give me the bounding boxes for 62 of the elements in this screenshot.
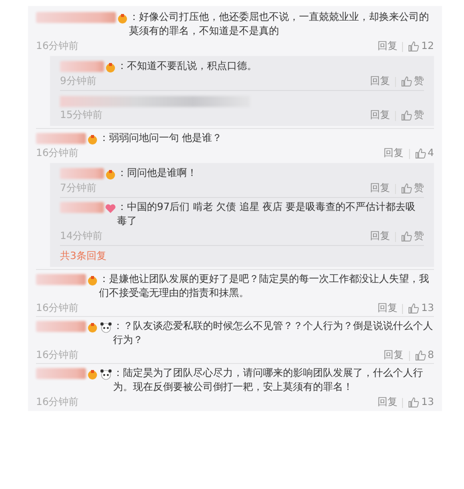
comment-time: 9分钟前 bbox=[60, 75, 96, 88]
thumbs-up-icon bbox=[414, 350, 426, 361]
medal-icon bbox=[87, 368, 98, 380]
comment-text: ：中国的97后们 啃老 欠债 追星 夜店 要是吸毒查的不严估计都去吸毒了 bbox=[117, 201, 417, 229]
comment-time: 7分钟前 bbox=[60, 182, 96, 195]
like-button[interactable]: 赞 bbox=[401, 230, 424, 243]
comment-time: 16分钟前 bbox=[36, 396, 79, 409]
thumbs-up-icon bbox=[401, 110, 412, 121]
reply-link[interactable]: 回复 bbox=[370, 109, 390, 122]
blurred-username bbox=[60, 61, 104, 72]
comment-time: 16分钟前 bbox=[36, 302, 79, 315]
blurred-username bbox=[36, 321, 86, 332]
thumbs-up-icon bbox=[408, 397, 420, 408]
reply-link[interactable]: 回复 bbox=[370, 182, 390, 195]
comment-time: 16分钟前 bbox=[36, 147, 79, 160]
panda-icon bbox=[100, 368, 112, 380]
reply-link[interactable]: 回复 bbox=[370, 230, 390, 243]
thumbs-up-icon bbox=[401, 76, 412, 87]
medal-icon bbox=[105, 168, 116, 180]
comment-text: ：同问他是谁啊！ bbox=[117, 167, 198, 181]
medal-icon bbox=[117, 12, 128, 24]
like-button[interactable]: 13 bbox=[408, 302, 434, 315]
thumbs-up-icon bbox=[401, 231, 412, 242]
reply-link[interactable]: 回复 bbox=[377, 302, 398, 315]
like-button[interactable]: 12 bbox=[408, 40, 434, 53]
reply-link[interactable]: 回复 bbox=[377, 396, 398, 409]
comment-text: ：弱弱问地问一句 他是谁？ bbox=[99, 132, 224, 146]
like-button[interactable]: 赞 bbox=[401, 75, 424, 88]
blurred-username bbox=[60, 168, 104, 179]
blurred-username bbox=[36, 274, 86, 285]
comment-text: ：是嫌他让团队发展的更好了是吧？陆定昊的每一次工作都没让人失望，我们不接受毫无理由的指责和抹黑。 bbox=[99, 273, 430, 301]
blurred-username bbox=[60, 202, 104, 213]
comment-text: ：？队友谈恋爱私联的时候怎么不见管？？个人行为？倒是说说什么个人行为？ bbox=[113, 320, 434, 348]
comment-time: 14分钟前 bbox=[60, 230, 103, 243]
comment-text: ：陆定昊为了团队尽心尽力，请问哪来的影响团队发展了，什么个人行为。现在反倒要被公司倒打一耙，安上莫须有的罪名！ bbox=[113, 367, 424, 395]
like-button[interactable]: 赞 bbox=[401, 109, 424, 122]
comment-text: ：好像公司打压他，他还委屈也不说，一直兢兢业业，却换来公司的莫须有的罪名，不知道是不是真的 bbox=[129, 11, 430, 39]
comment-text: ：不知道不要乱说，积点口德。 bbox=[117, 60, 258, 74]
thumbs-up-icon bbox=[408, 41, 420, 52]
comment-time: 16分钟前 bbox=[36, 349, 79, 362]
like-button[interactable]: 赞 bbox=[401, 182, 424, 195]
like-button[interactable]: 8 bbox=[414, 349, 434, 362]
blurred-username bbox=[36, 133, 86, 144]
blurred-username bbox=[36, 368, 86, 379]
thumbs-up-icon bbox=[408, 303, 420, 314]
heart-icon bbox=[105, 202, 116, 214]
reply-link[interactable]: 回复 bbox=[377, 40, 398, 53]
more-replies-link[interactable]: 共3条回复 bbox=[60, 245, 424, 265]
medal-icon bbox=[105, 62, 116, 72]
comment-time: 15分钟前 bbox=[60, 109, 103, 122]
like-button[interactable]: 13 bbox=[408, 396, 434, 409]
medal-icon bbox=[87, 322, 98, 332]
reply-link[interactable]: 回复 bbox=[384, 349, 404, 362]
thumbs-up-icon bbox=[401, 183, 412, 194]
medal-icon bbox=[87, 274, 98, 286]
thumbs-up-icon bbox=[414, 148, 426, 159]
medal-icon bbox=[87, 134, 98, 144]
like-button[interactable]: 4 bbox=[414, 147, 434, 160]
reply-link[interactable]: 回复 bbox=[384, 147, 404, 160]
comment-time: 16分钟前 bbox=[36, 40, 79, 53]
reply-link[interactable]: 回复 bbox=[370, 75, 390, 88]
panda-icon bbox=[100, 322, 112, 332]
